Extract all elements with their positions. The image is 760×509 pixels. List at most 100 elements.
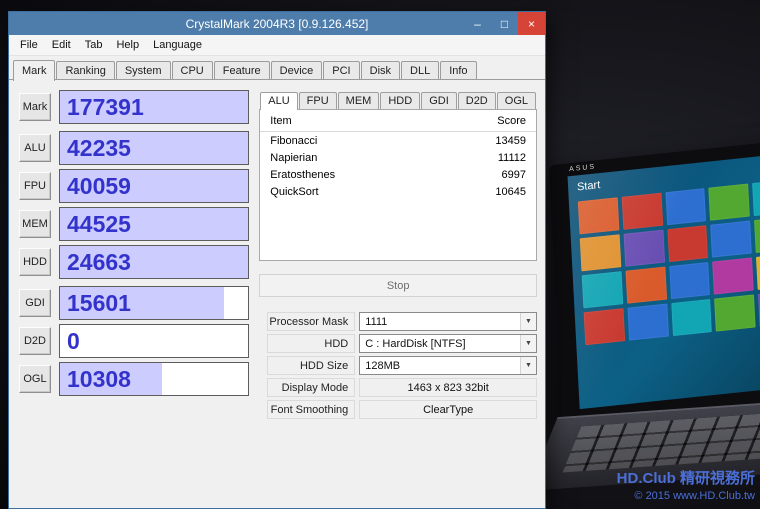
hdd-label: HDD: [267, 334, 355, 353]
result-value-d2d: 0: [60, 328, 80, 355]
close-button[interactable]: ×: [518, 12, 545, 35]
tab-cpu[interactable]: CPU: [172, 61, 213, 80]
menu-file[interactable]: File: [13, 36, 45, 54]
setting-row-font-smoothing: Font Smoothing ClearType: [267, 400, 537, 419]
result-label-ogl: OGL: [19, 365, 51, 393]
start-screen: Start: [567, 152, 760, 409]
score-row-fibonacci: Fibonacci 13459: [260, 132, 536, 149]
menubar: File Edit Tab Help Language: [9, 35, 545, 56]
menu-language[interactable]: Language: [146, 36, 209, 54]
processor-mask-select[interactable]: 1111 ▼: [359, 312, 537, 331]
stop-button[interactable]: Stop: [259, 274, 537, 297]
asus-logo: ASUS: [569, 163, 596, 173]
score-row-eratosthenes: Eratosthenes 6997: [260, 166, 536, 183]
result-box-mark: 177391: [59, 90, 249, 124]
result-label-fpu: FPU: [19, 172, 51, 200]
result-box-hdd: 24663: [59, 245, 249, 279]
hdd-size-label: HDD Size: [267, 356, 355, 375]
tab-dll[interactable]: DLL: [401, 61, 439, 80]
score-row-quicksort: QuickSort 10645: [260, 183, 536, 200]
close-icon: ×: [528, 17, 535, 31]
minimize-button[interactable]: –: [464, 12, 491, 35]
result-value-mem: 44525: [60, 211, 131, 238]
start-screen-tiles: [578, 179, 760, 345]
result-row-gdi: GDI 15601: [19, 286, 249, 320]
titlebar[interactable]: CrystalMark 2004R3 [0.9.126.452] – □ ×: [9, 12, 545, 35]
menu-tab[interactable]: Tab: [78, 36, 110, 54]
maximize-icon: □: [501, 17, 508, 31]
score-item: QuickSort: [270, 186, 318, 198]
score-item: Eratosthenes: [270, 169, 335, 181]
subtab-fpu[interactable]: FPU: [299, 92, 337, 109]
result-box-fpu: 40059: [59, 169, 249, 203]
result-value-fpu: 40059: [60, 173, 131, 200]
tab-mark[interactable]: Mark: [13, 60, 55, 81]
subtab-alu[interactable]: ALU: [260, 92, 297, 110]
result-row-alu: ALU 42235: [19, 131, 249, 165]
processor-mask-label: Processor Mask: [267, 312, 355, 331]
display-mode-value: 1463 x 823 32bit: [359, 378, 537, 397]
hdd-size-select[interactable]: 128MB ▼: [359, 356, 537, 375]
tab-pci[interactable]: PCI: [323, 61, 359, 80]
result-box-alu: 42235: [59, 131, 249, 165]
result-value-gdi: 15601: [60, 290, 131, 317]
tab-disk[interactable]: Disk: [361, 61, 400, 80]
watermark-copyright: © 2015 www.HD.Club.tw: [617, 490, 755, 502]
tab-system[interactable]: System: [116, 61, 171, 80]
chevron-down-icon: ▼: [520, 335, 536, 352]
tab-ranking[interactable]: Ranking: [56, 61, 114, 80]
hdd-size-value: 128MB: [360, 360, 520, 372]
result-value-hdd: 24663: [60, 249, 131, 276]
result-row-mark: Mark 177391: [19, 90, 249, 124]
result-row-ogl: OGL 10308: [19, 362, 249, 396]
mark-tab-content: Mark 177391 ALU 42235 FPU 40059: [9, 80, 545, 508]
detail-panel: ALU FPU MEM HDD GDI D2D OGL Item Score F…: [259, 90, 537, 500]
chevron-down-icon: ▼: [520, 313, 536, 330]
score-item: Napierian: [270, 152, 317, 164]
column-item: Item: [270, 115, 291, 127]
setting-row-processor-mask: Processor Mask 1111 ▼: [267, 312, 537, 331]
watermark: HD.Club 精研視務所 © 2015 www.HD.Club.tw: [617, 467, 755, 502]
tab-info[interactable]: Info: [440, 61, 476, 80]
result-value-ogl: 10308: [60, 366, 131, 393]
result-box-mem: 44525: [59, 207, 249, 241]
tab-feature[interactable]: Feature: [214, 61, 270, 80]
score-item: Fibonacci: [270, 135, 317, 147]
menu-edit[interactable]: Edit: [45, 36, 78, 54]
caption-buttons: – □ ×: [464, 12, 545, 35]
results-column: Mark 177391 ALU 42235 FPU 40059: [19, 90, 249, 500]
result-box-ogl: 10308: [59, 362, 249, 396]
result-label-mark: Mark: [19, 93, 51, 121]
chevron-down-icon: ▼: [520, 357, 536, 374]
minimize-icon: –: [474, 17, 481, 31]
display-mode-label: Display Mode: [267, 378, 355, 397]
score-list-header: Item Score: [260, 112, 536, 132]
score-value: 11112: [498, 152, 526, 164]
result-label-gdi: GDI: [19, 289, 51, 317]
subtab-hdd[interactable]: HDD: [380, 92, 420, 109]
maximize-button[interactable]: □: [491, 12, 518, 35]
result-label-hdd: HDD: [19, 248, 51, 276]
result-label-alu: ALU: [19, 134, 51, 162]
menu-help[interactable]: Help: [109, 36, 146, 54]
laptop-image: ASUS Start: [537, 145, 760, 488]
hdd-select[interactable]: C : HardDisk [NTFS] ▼: [359, 334, 537, 353]
start-screen-label: Start: [577, 179, 601, 193]
score-value: 13459: [495, 135, 526, 147]
column-score: Score: [497, 115, 526, 127]
subtab-d2d[interactable]: D2D: [458, 92, 496, 109]
keyboard-keys: [562, 407, 760, 473]
setting-row-hdd: HDD C : HardDisk [NTFS] ▼: [267, 334, 537, 353]
result-row-mem: MEM 44525: [19, 207, 249, 241]
result-row-d2d: D2D 0: [19, 324, 249, 358]
score-value: 10645: [495, 186, 526, 198]
subtab-gdi[interactable]: GDI: [421, 92, 457, 109]
subtab-mem[interactable]: MEM: [338, 92, 380, 109]
font-smoothing-label: Font Smoothing: [267, 400, 355, 419]
main-tabstrip: Mark Ranking System CPU Feature Device P…: [9, 56, 545, 80]
setting-row-display-mode: Display Mode 1463 x 823 32bit: [267, 378, 537, 397]
subtab-ogl[interactable]: OGL: [497, 92, 536, 109]
score-row-napierian: Napierian 11112: [260, 149, 536, 166]
tab-device[interactable]: Device: [271, 61, 323, 80]
score-value: 6997: [502, 169, 526, 181]
